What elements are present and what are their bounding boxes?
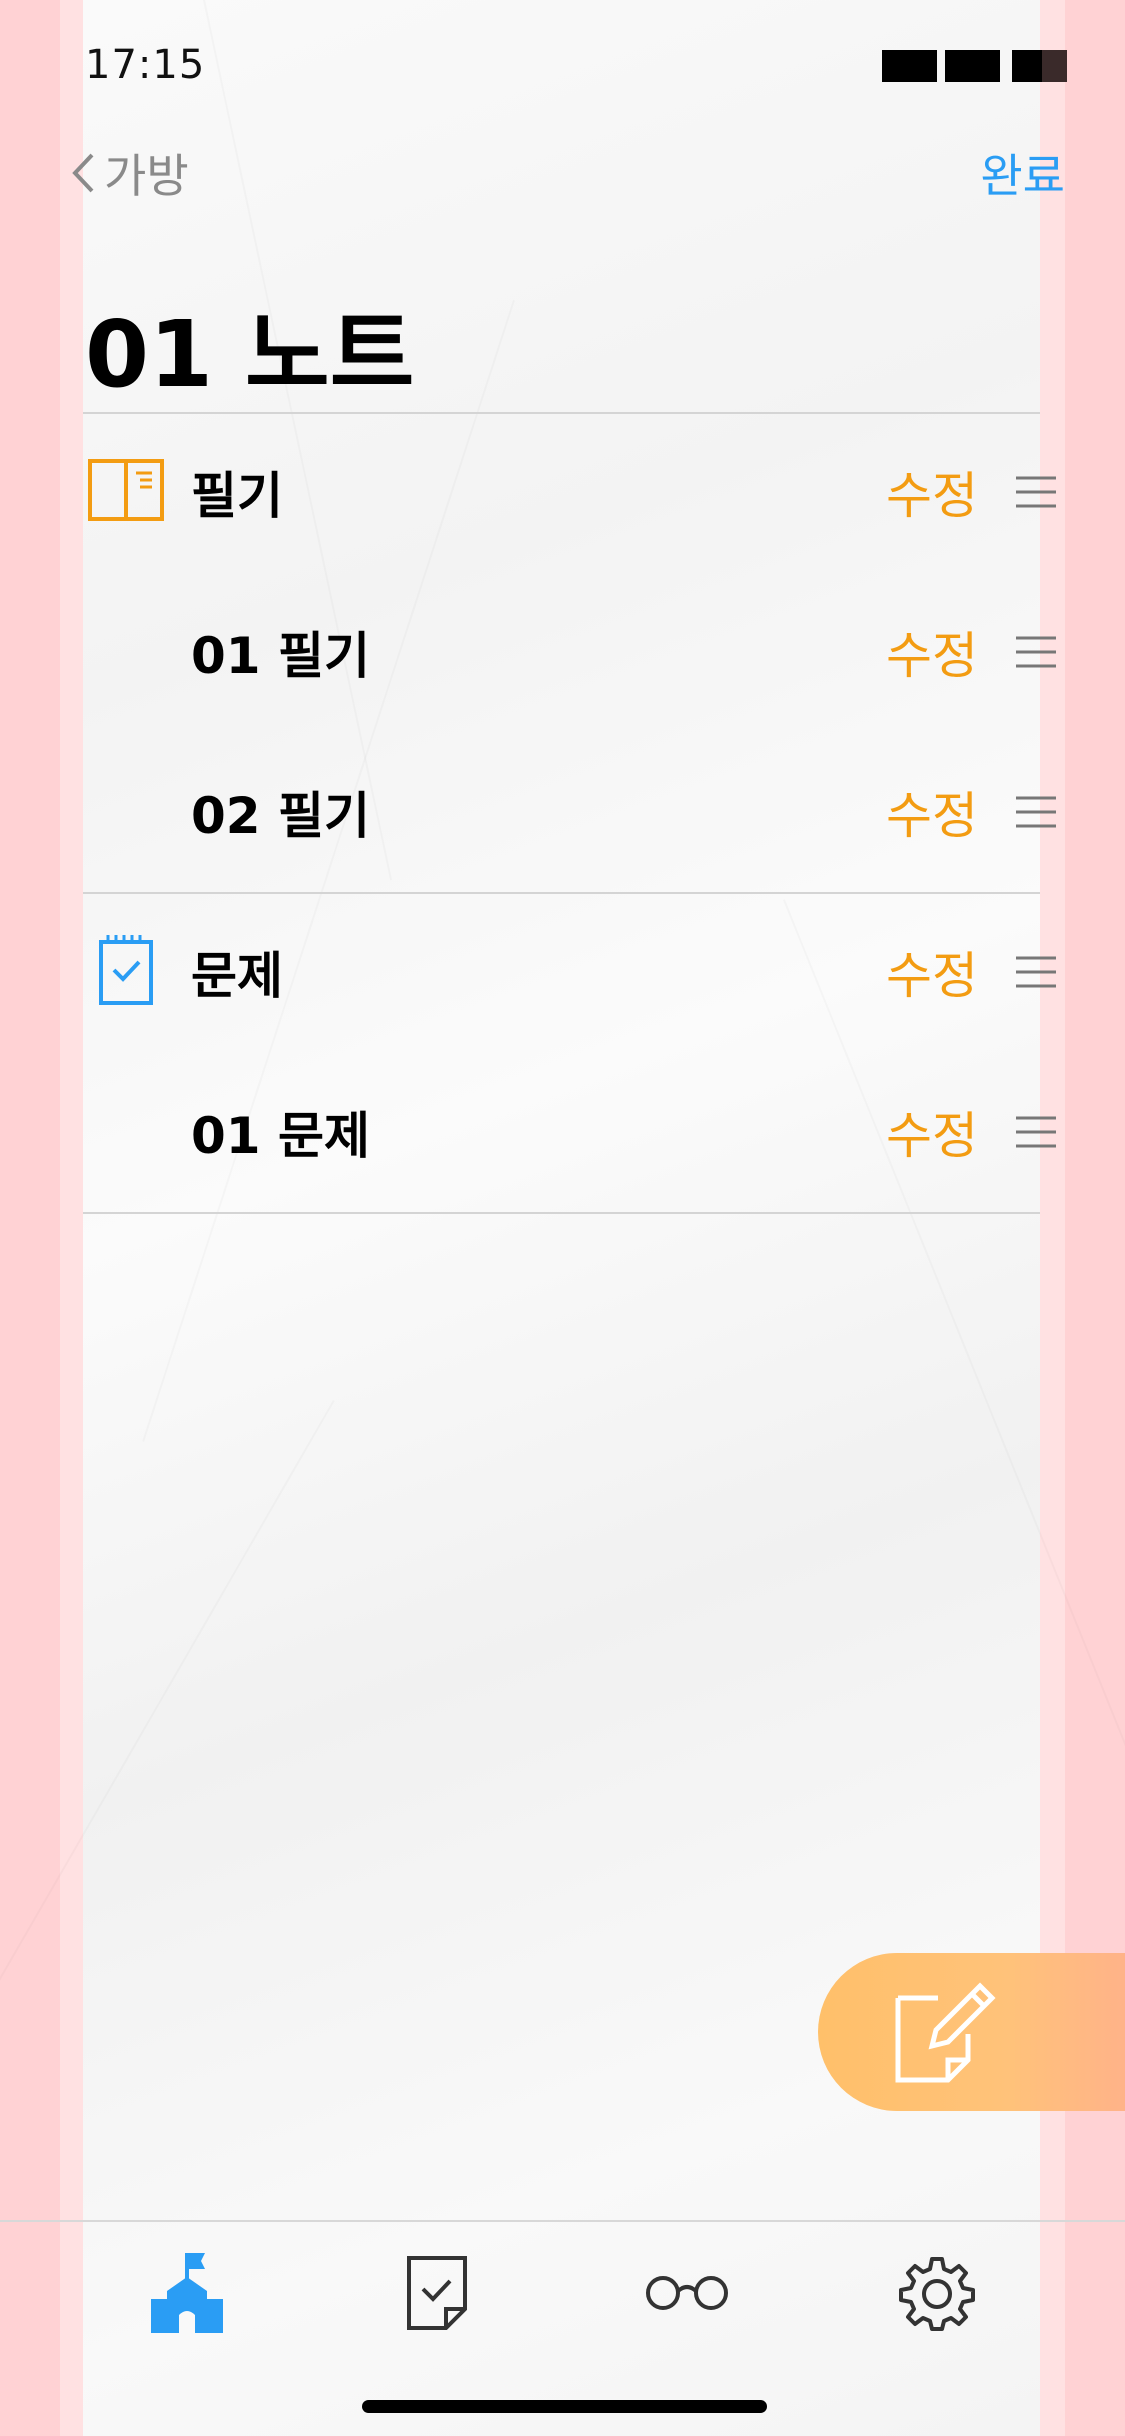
- tab-bar: [0, 2220, 1125, 2436]
- side-band-left: [0, 0, 60, 2436]
- side-band-left-inner: [60, 0, 83, 2436]
- tab-tests[interactable]: [392, 2248, 482, 2338]
- gear-icon: [899, 2257, 975, 2331]
- document-check-icon: [407, 2256, 467, 2330]
- item-title: 01 필기: [191, 627, 370, 685]
- status-time: 17:15: [85, 42, 206, 88]
- section-row-notes[interactable]: 필기 수정: [83, 412, 1060, 572]
- home-indicator: [362, 2400, 767, 2413]
- drag-handle-icon[interactable]: [1016, 635, 1056, 669]
- list-item[interactable]: 01 필기 수정: [83, 572, 1060, 732]
- drag-handle-icon[interactable]: [1016, 955, 1056, 989]
- section-row-problems[interactable]: 문제 수정: [83, 892, 1060, 1052]
- checklist-icon: [98, 934, 154, 1010]
- edit-button[interactable]: 수정: [886, 616, 978, 688]
- edit-button[interactable]: 수정: [886, 776, 978, 848]
- section-title: 필기: [191, 467, 283, 525]
- tab-home[interactable]: [142, 2248, 232, 2338]
- compose-button[interactable]: [818, 1953, 1125, 2111]
- tab-bar-divider: [0, 2220, 1125, 2222]
- list-item[interactable]: 02 필기 수정: [83, 732, 1060, 892]
- battery-icon: [882, 50, 1067, 82]
- chevron-left-icon: [72, 153, 94, 193]
- item-title: 02 필기: [191, 787, 370, 845]
- list-item[interactable]: 01 문제 수정: [83, 1052, 1060, 1212]
- page-title: 01 노트: [85, 301, 415, 408]
- item-title: 01 문제: [191, 1107, 370, 1165]
- section-title: 문제: [191, 947, 283, 1005]
- drag-handle-icon[interactable]: [1016, 795, 1056, 829]
- drag-handle-icon[interactable]: [1016, 1115, 1056, 1149]
- drag-handle-icon[interactable]: [1016, 475, 1056, 509]
- glasses-icon: [646, 2276, 728, 2310]
- compose-icon: [895, 1982, 996, 2083]
- edit-button[interactable]: 수정: [886, 456, 978, 528]
- done-button[interactable]: 완료: [980, 140, 1065, 206]
- school-icon: [151, 2253, 223, 2333]
- divider: [83, 1212, 1040, 1214]
- back-button[interactable]: 가방: [70, 140, 189, 206]
- edit-button[interactable]: 수정: [886, 1096, 978, 1168]
- tab-settings[interactable]: [892, 2248, 982, 2338]
- tab-review[interactable]: [642, 2248, 732, 2338]
- notebook-icon: [88, 459, 164, 525]
- back-button-label: 가방: [104, 149, 189, 203]
- edit-button[interactable]: 수정: [886, 936, 978, 1008]
